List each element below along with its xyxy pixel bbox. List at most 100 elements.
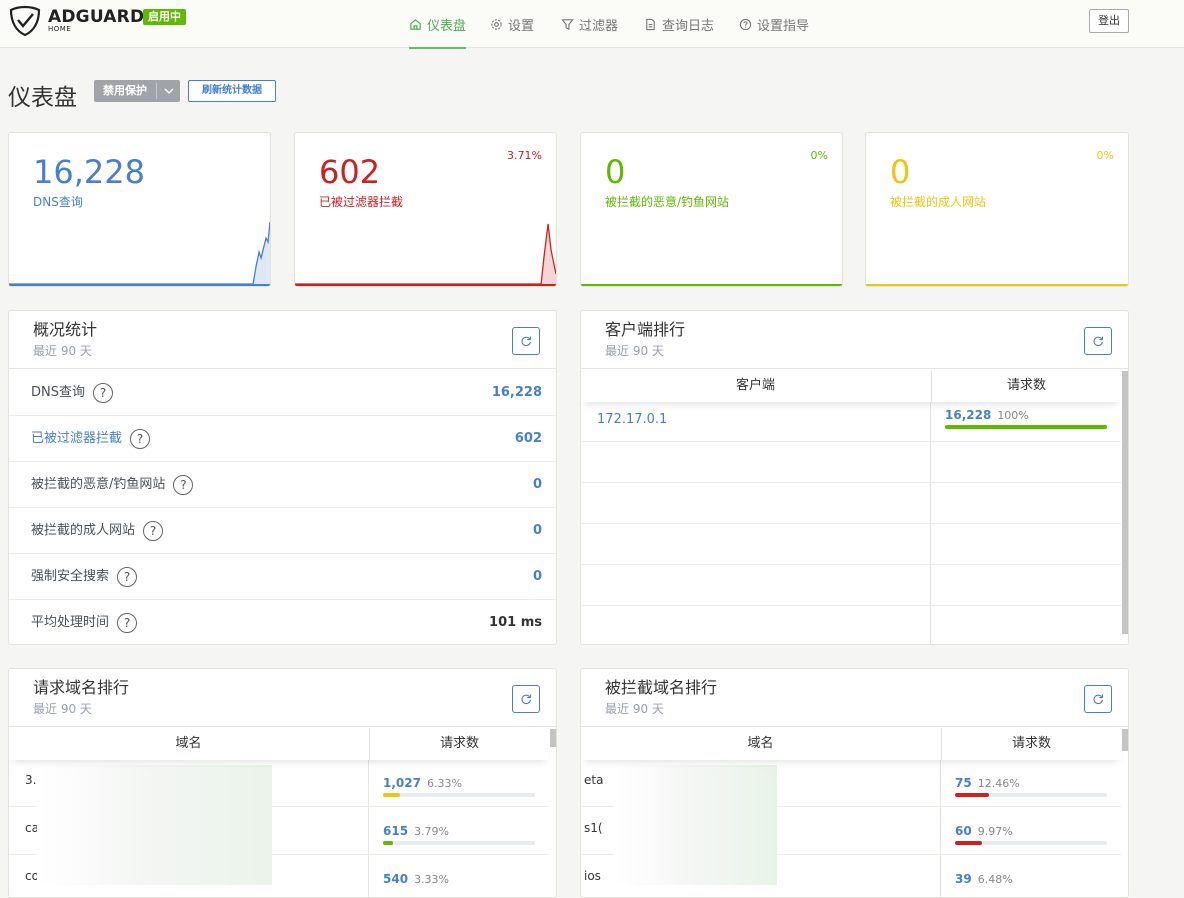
help-icon[interactable]: ?	[143, 521, 164, 541]
help-icon[interactable]: ?	[117, 567, 138, 587]
scrollbar[interactable]	[550, 729, 556, 747]
domain-text[interactable]: ios	[584, 869, 601, 883]
overview-card: 概况统计 最近 90 天 DNS查询? 16,228 已被过滤器拦截? 602 …	[8, 310, 557, 645]
disable-protection-label: 禁用保护	[103, 84, 147, 97]
percent-value: 3.79%	[414, 825, 450, 838]
overview-label[interactable]: 已被过滤器拦截?	[31, 416, 151, 462]
col-client[interactable]: 客户端	[581, 370, 930, 402]
overview-value: 602	[514, 431, 542, 446]
refresh-icon[interactable]	[1084, 685, 1112, 713]
progress-bar	[945, 425, 1107, 429]
scrollbar[interactable]	[1122, 729, 1128, 751]
card-title: 被拦截域名排行	[605, 678, 718, 697]
help-icon[interactable]: ?	[93, 383, 113, 403]
overview-value: 16,228	[491, 385, 542, 400]
nav-guide-label: 设置指导	[757, 18, 810, 34]
chevron-down-icon[interactable]	[157, 80, 180, 102]
help-icon[interactable]: ?	[173, 475, 194, 495]
nav-filters[interactable]: 过滤器	[561, 0, 618, 48]
progress-bar	[955, 793, 1107, 797]
question-icon	[739, 18, 752, 31]
overview-label-text: 强制安全搜索	[31, 569, 110, 584]
refresh-icon[interactable]	[512, 685, 540, 713]
stat-card-dns: 16,228 DNS查询	[8, 132, 271, 287]
col-requests[interactable]: 请求数	[931, 370, 1121, 402]
card-title: 请求域名排行	[33, 678, 130, 697]
stat-underline	[581, 284, 842, 286]
card-header: 概况统计 最近 90 天	[9, 311, 556, 369]
stat-label: 已被过滤器拦截	[319, 195, 404, 209]
col-domain[interactable]: 域名	[9, 728, 368, 760]
col-domain[interactable]: 域名	[581, 728, 940, 760]
card-subtitle: 最近 90 天	[605, 344, 664, 358]
redacted-domains	[614, 765, 777, 885]
empty-row	[581, 442, 1121, 483]
empty-row	[581, 483, 1121, 524]
nav-settings[interactable]: 设置	[490, 0, 534, 48]
brand-sub: HOME	[48, 25, 72, 33]
top-blocked-card: 被拦截域名排行 最近 90 天 eta 75 12.46% s1( 60 9.97%…	[580, 668, 1129, 898]
overview-value: 0	[532, 569, 542, 584]
progress-fill	[383, 841, 394, 845]
overview-row: 强制安全搜索? 0	[9, 554, 556, 600]
progress-fill	[955, 793, 990, 797]
count-value: 60	[955, 824, 972, 838]
home-icon	[409, 18, 422, 31]
col-requests[interactable]: 请求数	[369, 728, 549, 760]
overview-label: 被拦截的成人网站?	[31, 508, 164, 554]
count-value: 1,027	[383, 776, 421, 790]
request-count: 540 3.33%	[383, 868, 449, 887]
refresh-icon[interactable]	[512, 327, 540, 355]
progress-bar	[383, 841, 535, 845]
percent-value: 3.33%	[414, 873, 450, 886]
domain-text[interactable]: 3.	[25, 773, 36, 787]
domain-text[interactable]: s1(	[584, 821, 603, 835]
help-icon[interactable]: ?	[117, 613, 138, 633]
top-header: ADGUARD HOME 启用中 仪表盘 设置 过滤器 查询日志 设置指导 登出	[0, 0, 1184, 49]
table-header: 客户端 请求数	[581, 370, 1121, 402]
card-subtitle: 最近 90 天	[33, 344, 92, 358]
nav-dashboard[interactable]: 仪表盘	[409, 0, 467, 49]
overview-label-text: 被拦截的恶意/钓鱼网站	[31, 477, 166, 492]
table-header: 域名 请求数	[9, 728, 549, 760]
overview-label: 被拦截的恶意/钓鱼网站?	[31, 462, 194, 508]
help-icon[interactable]: ?	[130, 429, 151, 449]
col-requests[interactable]: 请求数	[941, 728, 1121, 760]
refresh-icon[interactable]	[1084, 327, 1112, 355]
stat-value: 16,228	[33, 153, 145, 191]
domain-text[interactable]: eta	[584, 773, 603, 787]
overview-value: 101 ms	[489, 615, 542, 630]
disable-protection-button[interactable]: 禁用保护	[94, 80, 180, 102]
overview-label: 平均处理时间?	[31, 600, 138, 646]
request-count: 16,228 100%	[945, 404, 1029, 423]
nav-guide[interactable]: 设置指导	[739, 0, 809, 48]
stat-card-malware: 0% 0 被拦截的恶意/钓鱼网站	[580, 132, 843, 287]
overview-label-text: DNS查询	[31, 385, 85, 400]
card-title: 客户端排行	[605, 320, 686, 339]
overview-row: 平均处理时间? 101 ms	[9, 600, 556, 646]
nav-filters-label: 过滤器	[579, 18, 619, 34]
filter-icon	[561, 18, 574, 31]
page-title: 仪表盘	[8, 85, 77, 111]
count-value: 16,228	[945, 408, 992, 422]
overview-label-text: 被拦截的成人网站	[31, 523, 136, 538]
stat-card-blocked: 3.71% 602 已被过滤器拦截	[294, 132, 557, 287]
progress-bar	[955, 841, 1107, 845]
nav-querylog-label: 查询日志	[662, 18, 715, 34]
percent-value: 6.48%	[977, 873, 1013, 886]
logout-button[interactable]: 登出	[1089, 9, 1129, 33]
overview-label-text[interactable]: 已被过滤器拦截	[31, 416, 122, 462]
nav-querylog[interactable]: 查询日志	[644, 0, 714, 48]
sparkline	[9, 221, 270, 286]
card-header: 被拦截域名排行 最近 90 天	[581, 669, 1128, 727]
stat-value: 0	[605, 153, 626, 191]
client-ip-link[interactable]: 172.17.0.1	[597, 412, 667, 427]
stat-value: 0	[890, 153, 911, 191]
nav-dashboard-label: 仪表盘	[427, 18, 467, 34]
overview-row: 被拦截的恶意/钓鱼网站? 0	[9, 462, 556, 508]
sparkline	[295, 223, 556, 286]
refresh-stats-button[interactable]: 刷新统计数据	[188, 80, 276, 102]
scrollbar[interactable]	[1122, 371, 1128, 634]
overview-label: 强制安全搜索?	[31, 554, 138, 600]
percent-value: 100%	[997, 409, 1029, 422]
